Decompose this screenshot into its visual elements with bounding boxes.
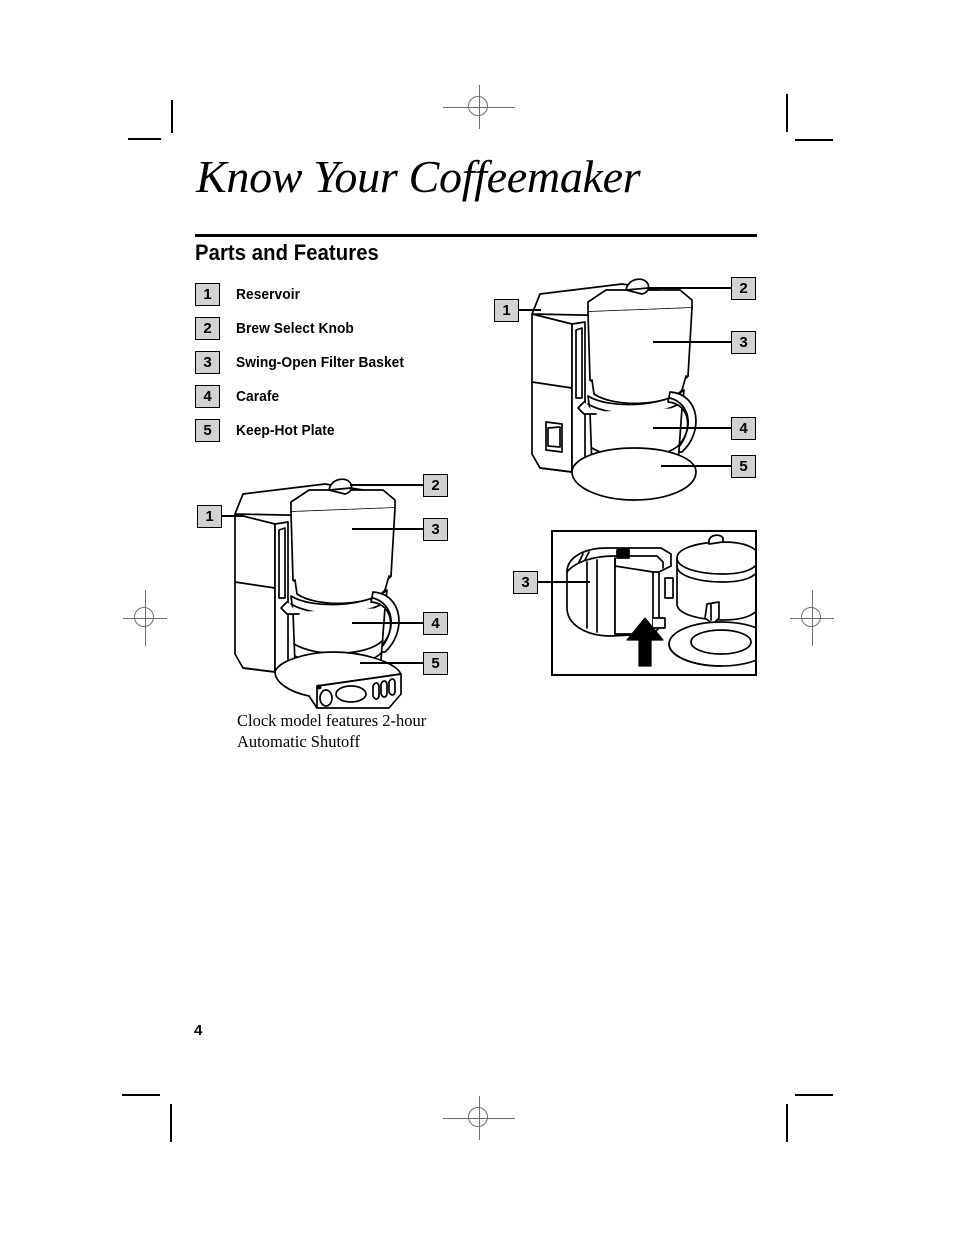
callout-1-switch-model: 1 [494, 299, 519, 322]
callout-leader-line [222, 515, 244, 517]
callout-leader-line [538, 581, 590, 583]
title-divider [195, 234, 757, 237]
registration-mark-bottom [443, 1096, 515, 1140]
list-item: 2 Brew Select Knob [195, 317, 413, 340]
callout-badge: 1 [494, 299, 519, 322]
part-label: Swing-Open Filter Basket [236, 354, 405, 371]
callout-leader-line [519, 309, 541, 311]
part-number-badge: 4 [195, 385, 220, 408]
callout-5-clock-model: 5 [423, 652, 448, 675]
part-number-badge: 2 [195, 317, 220, 340]
callout-badge: 4 [731, 417, 756, 440]
callout-5-switch-model: 5 [731, 455, 756, 478]
callout-4-switch-model: 4 [731, 417, 756, 440]
callout-badge: 3 [731, 331, 756, 354]
callout-leader-line [648, 287, 731, 289]
registration-ring [468, 1107, 488, 1127]
list-item: 5 Keep-Hot Plate [195, 419, 413, 442]
registration-mark-right [790, 590, 834, 646]
section-heading: Parts and Features [195, 240, 379, 265]
part-number-badge: 5 [195, 419, 220, 442]
crop-mark-top-left-horizontal [128, 138, 161, 140]
callout-2-clock-model: 2 [423, 474, 448, 497]
figure-filter-basket-detail-box [551, 530, 757, 676]
list-item: 4 Carafe [195, 385, 413, 408]
registration-ring [134, 607, 154, 627]
registration-mark-top [443, 85, 515, 129]
callout-badge: 5 [423, 652, 448, 675]
callout-leader-line [352, 528, 423, 530]
callout-3-clock-model: 3 [423, 518, 448, 541]
page-canvas: Know Your Coffeemaker Parts and Features… [0, 0, 954, 1235]
part-label: Reservoir [236, 286, 300, 303]
callout-leader-line [653, 341, 731, 343]
callout-2-switch-model: 2 [731, 277, 756, 300]
crop-mark-bottom-right-horizontal [795, 1094, 833, 1096]
callout-badge: 5 [731, 455, 756, 478]
part-label: Carafe [236, 388, 280, 405]
part-number-badge: 3 [195, 351, 220, 374]
part-label: Brew Select Knob [236, 320, 354, 337]
callout-3-filter-basket-detail: 3 [513, 571, 538, 594]
crop-mark-top-left-vertical [171, 100, 173, 133]
crop-mark-bottom-left-horizontal [122, 1094, 160, 1096]
part-label: Keep-Hot Plate [236, 422, 335, 439]
crop-mark-bottom-left-vertical [170, 1104, 172, 1142]
registration-ring [801, 607, 821, 627]
callout-1-clock-model: 1 [197, 505, 222, 528]
callout-badge: 3 [423, 518, 448, 541]
list-item: 1 Reservoir [195, 283, 413, 306]
figure-coffeemaker-switch-model [510, 272, 740, 502]
callout-badge: 2 [731, 277, 756, 300]
page-title: Know Your Coffeemaker [196, 151, 641, 202]
callout-badge: 2 [423, 474, 448, 497]
callout-leader-line [352, 622, 423, 624]
figure-caption: Clock model features 2-hour Automatic Sh… [237, 710, 487, 752]
registration-ring [468, 96, 488, 116]
caption-line-2: Automatic Shutoff [237, 732, 360, 752]
part-number-badge: 1 [195, 283, 220, 306]
figure-coffeemaker-clock-model [213, 472, 443, 712]
page-number: 4 [194, 1022, 203, 1039]
parts-list: 1 Reservoir 2 Brew Select Knob 3 Swing-O… [195, 283, 413, 453]
list-item: 3 Swing-Open Filter Basket [195, 351, 413, 374]
callout-4-clock-model: 4 [423, 612, 448, 635]
crop-mark-bottom-right-vertical [786, 1104, 788, 1142]
callout-leader-line [653, 427, 731, 429]
crop-mark-top-right-horizontal [795, 139, 833, 141]
caption-line-1: Clock model features 2-hour [237, 711, 427, 730]
callout-badge: 1 [197, 505, 222, 528]
callout-leader-line [661, 465, 731, 467]
callout-leader-line [360, 662, 423, 664]
callout-badge: 3 [513, 571, 538, 594]
callout-3-switch-model: 3 [731, 331, 756, 354]
callout-leader-line [350, 484, 423, 486]
registration-mark-left [123, 590, 167, 646]
crop-mark-top-right-vertical [786, 94, 788, 132]
callout-badge: 4 [423, 612, 448, 635]
